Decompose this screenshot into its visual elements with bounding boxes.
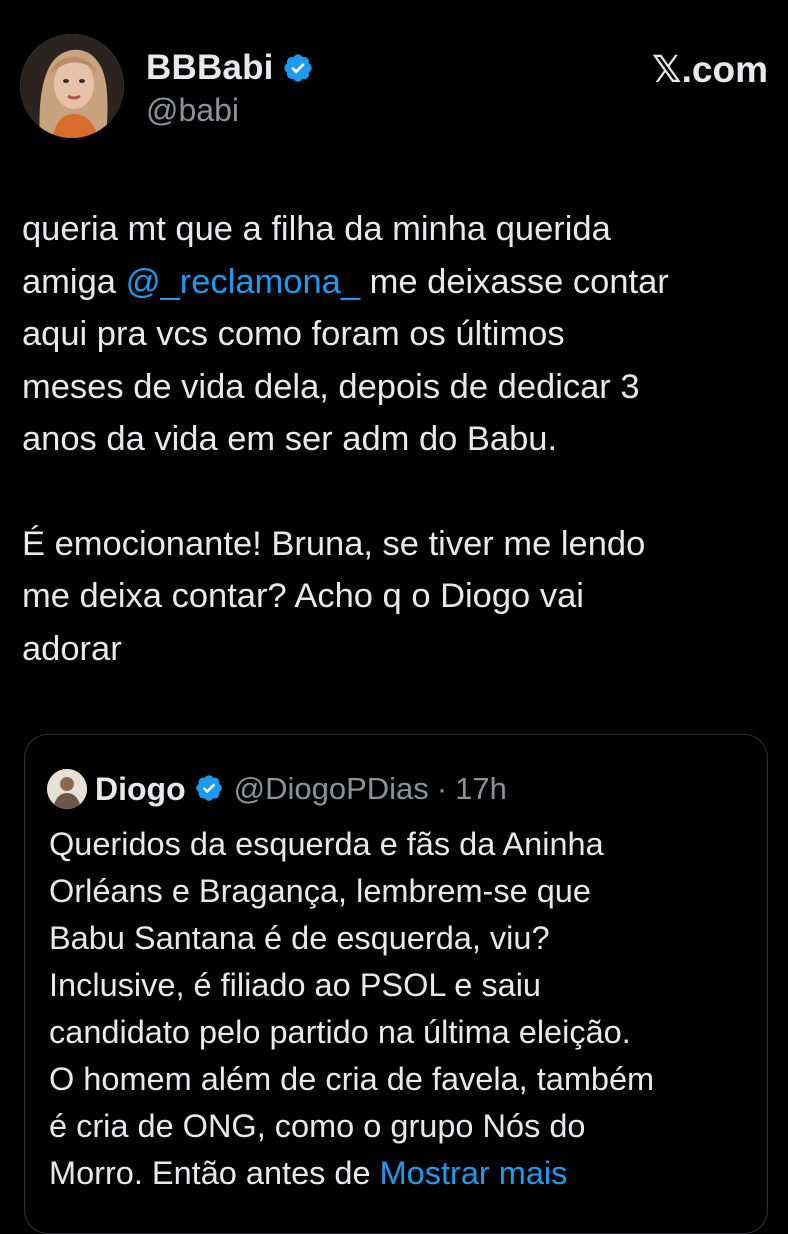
quoted-tweet-header: Diogo @DiogoPDias · 17h (47, 769, 507, 809)
display-name[interactable]: BBBabi (146, 48, 274, 88)
quoted-line: candidato pelo partido na última eleição… (49, 1014, 631, 1050)
author-block: BBBabi @babi (146, 48, 314, 129)
verified-badge-icon (282, 52, 314, 84)
tweet-line: aqui pra vcs como foram os últimos (22, 315, 565, 353)
quoted-line: é cria de ONG, como o grupo Nós do (49, 1108, 586, 1144)
quoted-avatar[interactable] (47, 769, 87, 809)
quoted-line: O homem além de cria de favela, também (49, 1061, 655, 1097)
tweet-line: queria mt que a filha da minha querida (22, 210, 611, 248)
quoted-handle[interactable]: @DiogoPDias (234, 771, 429, 807)
tweet-line: anos da vida em ser adm do Babu. (22, 420, 558, 458)
verified-badge-icon (194, 773, 226, 805)
tweet-line: adorar (22, 629, 122, 668)
tweet-line: me deixasse contar (360, 262, 669, 301)
quoted-display-name[interactable]: Diogo (95, 771, 186, 808)
quoted-line: Orléans e Bragança, lembrem-se que (49, 873, 591, 909)
quoted-line: Inclusive, é filiado ao PSOL e saiu (49, 967, 541, 1003)
quoted-line: Queridos da esquerda e fãs da Aninha (49, 826, 604, 862)
quoted-line: Babu Santana é de esquerda, viu? (49, 920, 550, 956)
show-more-link[interactable]: Mostrar mais (380, 1155, 568, 1191)
tweet-line: É emocionante! Bruna, se tiver me lendo (22, 524, 646, 563)
quoted-line: Morro. Então antes de (49, 1155, 380, 1191)
quoted-tweet[interactable]: Diogo @DiogoPDias · 17h Queridos da esqu… (24, 734, 768, 1234)
quoted-tweet-text: Queridos da esquerda e fãs da Aninha Orl… (49, 821, 749, 1197)
tweet-line: amiga (22, 262, 126, 301)
avatar[interactable] (20, 34, 124, 138)
user-handle[interactable]: @babi (146, 92, 314, 129)
tweet-line: meses de vida dela, depois de dedicar 3 (22, 367, 640, 406)
quoted-timestamp[interactable]: 17h (455, 771, 507, 807)
tweet-text: queria mt que a filha da minha querida a… (22, 203, 772, 675)
x-brand-logo: 𝕏.com (651, 49, 768, 90)
mention-link[interactable]: @_reclamona_ (126, 263, 360, 301)
separator-dot: · (436, 771, 448, 806)
tweet-header: BBBabi @babi 𝕏.com (20, 34, 768, 144)
tweet-line: me deixa contar? Acho q o Diogo vai (22, 577, 584, 615)
